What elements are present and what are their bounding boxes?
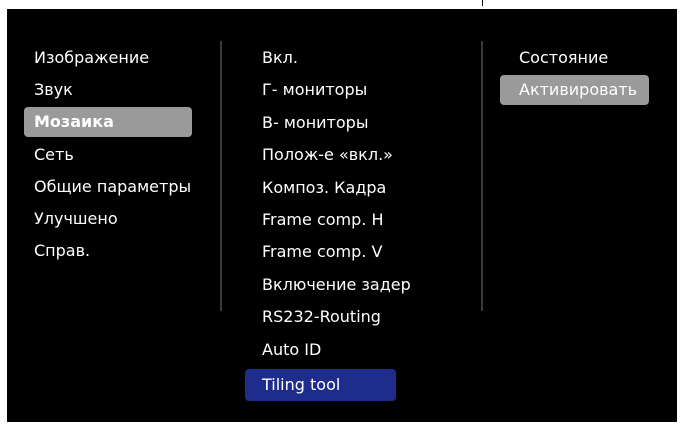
top-marker [482, 0, 483, 6]
detail-item-activate[interactable]: Активировать [500, 75, 649, 105]
main-item-help[interactable]: Справ. [34, 236, 90, 266]
main-item-sound[interactable]: Звук [34, 75, 73, 105]
main-item-advanced[interactable]: Улучшено [34, 204, 118, 234]
sub-item-auto-id[interactable]: Auto ID [262, 335, 321, 365]
sub-item-frame-comp[interactable]: Композ. Кадра [262, 173, 386, 203]
main-item-network[interactable]: Сеть [34, 140, 74, 170]
osd-menu: Изображение Звук Мозаика Сеть Общие пара… [7, 9, 677, 422]
column-divider [220, 41, 222, 311]
main-item-general-settings[interactable]: Общие параметры [34, 172, 191, 202]
sub-item-frame-comp-v[interactable]: Frame comp. V [262, 237, 382, 267]
sub-item-h-monitors[interactable]: Г- мониторы [262, 75, 367, 105]
main-item-tiling[interactable]: Мозаика [24, 107, 192, 137]
sub-item-tiling-tool[interactable]: Tiling tool [245, 369, 396, 401]
detail-item-status: Состояние [519, 48, 609, 67]
sub-item-enable[interactable]: Вкл. [262, 43, 298, 73]
sub-item-frame-comp-h[interactable]: Frame comp. H [262, 205, 383, 235]
sub-item-rs232-routing[interactable]: RS232-Routing [262, 302, 381, 332]
sub-item-position[interactable]: Полож-е «вкл.» [262, 140, 393, 170]
sub-item-v-monitors[interactable]: В- мониторы [262, 108, 368, 138]
column-divider [481, 41, 483, 311]
main-item-picture[interactable]: Изображение [34, 43, 149, 73]
sub-item-switch-on-delay[interactable]: Включение задер [262, 270, 411, 300]
